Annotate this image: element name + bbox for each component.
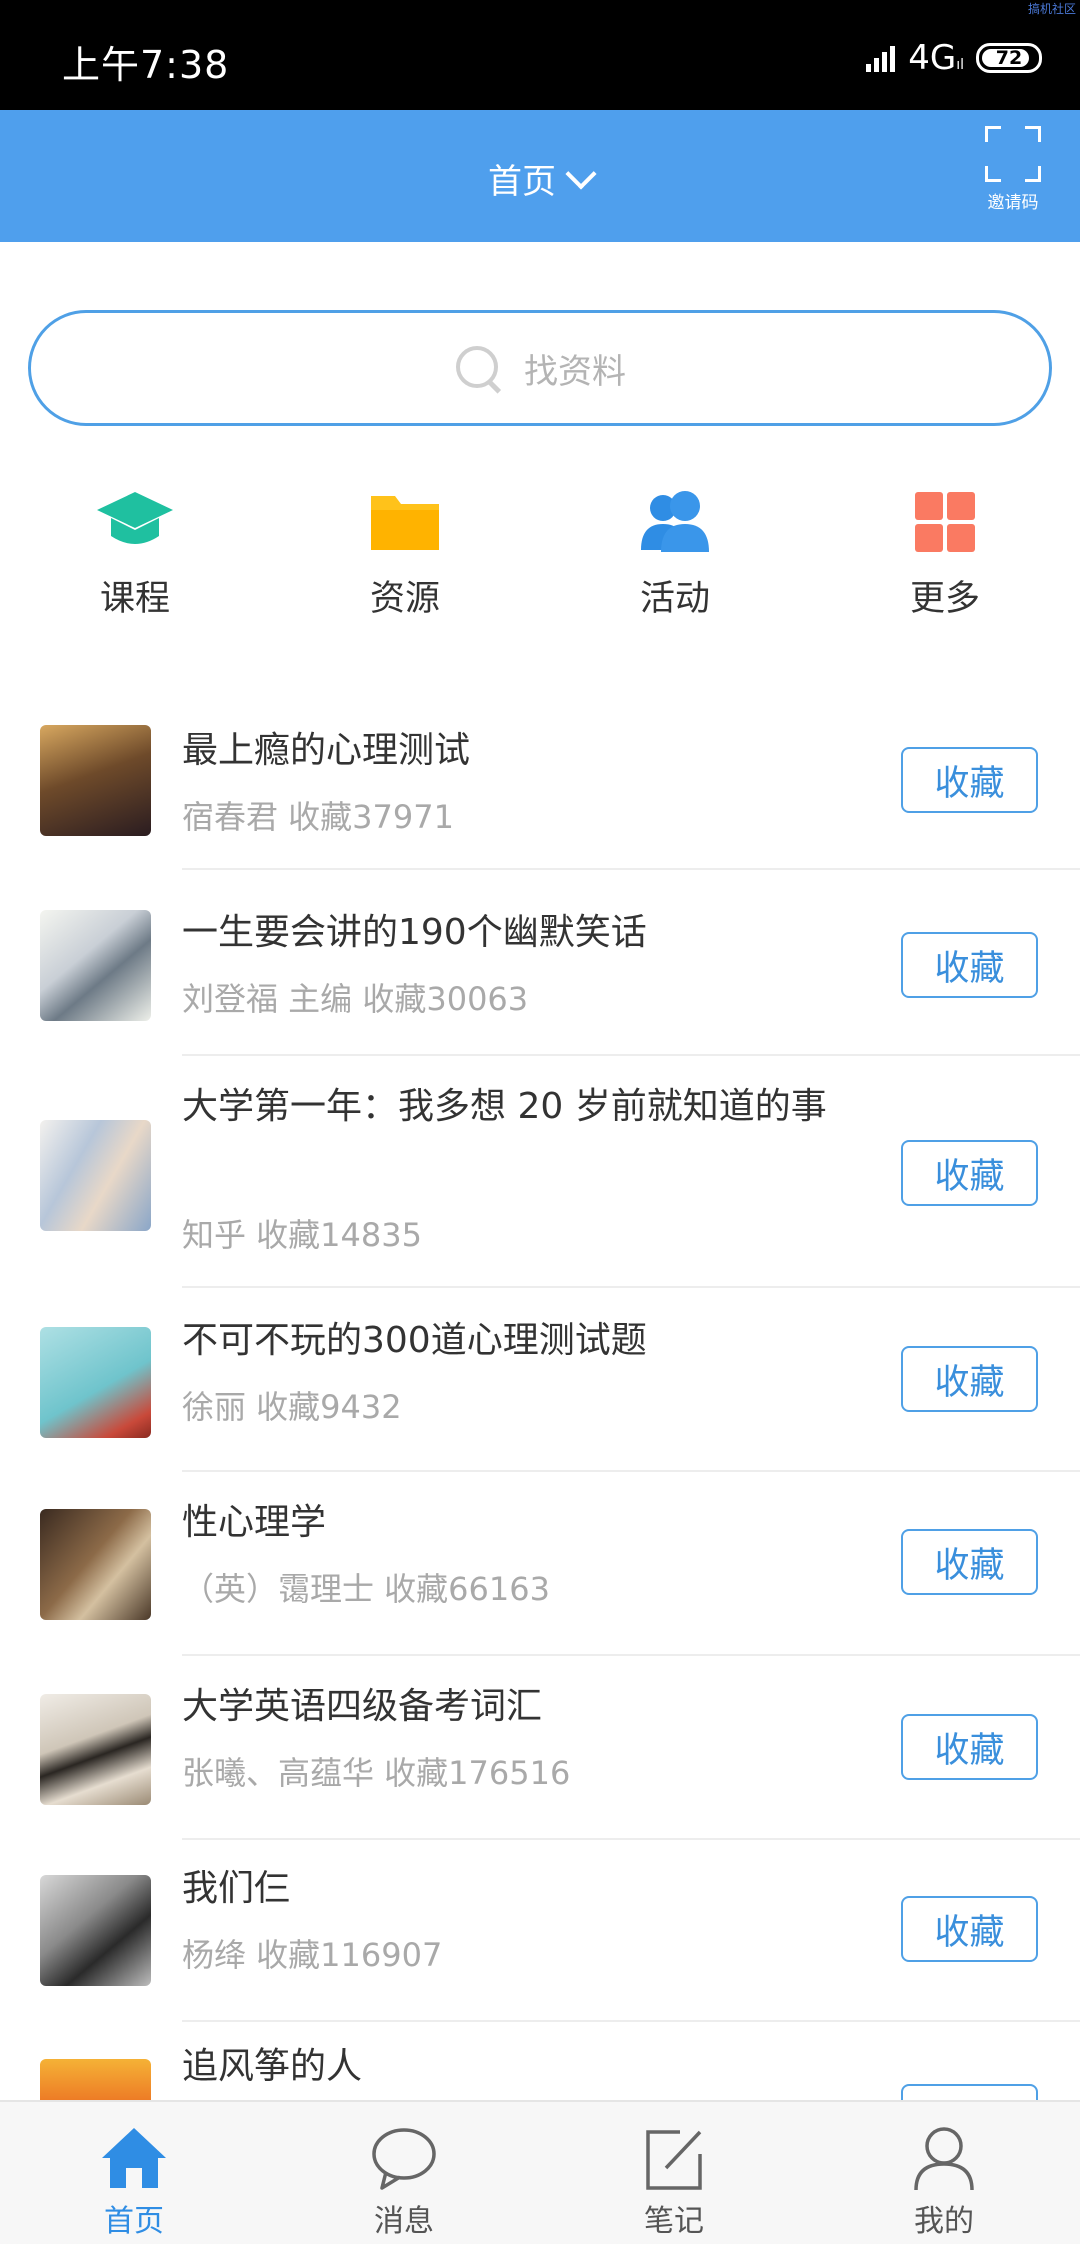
- book-cover: [40, 1120, 151, 1231]
- book-title: 一生要会讲的190个幽默笑话: [182, 912, 647, 953]
- book-meta: 宿春君 收藏37971: [182, 798, 454, 836]
- nav-home[interactable]: 首页: [64, 2122, 204, 2240]
- note-edit-icon: [638, 2122, 710, 2194]
- nav-label: 我的: [914, 2204, 974, 2239]
- nav-notes[interactable]: 笔记: [604, 2122, 744, 2240]
- chevron-down-icon: [565, 158, 597, 190]
- book-cover: [40, 725, 151, 836]
- list-item[interactable]: 最上瘾的心理测试 宿春君 收藏37971 收藏: [0, 700, 1080, 870]
- invite-code-button[interactable]: 邀请码: [978, 126, 1048, 213]
- category-more[interactable]: 更多: [865, 488, 1025, 621]
- book-meta: 刘登福 主编 收藏30063: [182, 980, 529, 1018]
- list-item[interactable]: 性心理学 （英）霭理士 收藏66163 收藏: [0, 1472, 1080, 1656]
- battery-icon: 72: [976, 43, 1042, 73]
- list-item[interactable]: 一生要会讲的190个幽默笑话 刘登福 主编 收藏30063 收藏: [0, 870, 1080, 1056]
- category-label: 课程: [99, 579, 170, 619]
- book-meta: 张曦、高蕴华 收藏176516: [182, 1754, 571, 1792]
- nav-label: 首页: [104, 2204, 164, 2239]
- nav-profile[interactable]: 我的: [874, 2122, 1014, 2240]
- search-input[interactable]: 找资料: [28, 310, 1052, 426]
- people-icon: [635, 488, 715, 558]
- list-item[interactable]: 不可不玩的300道心理测试题 徐丽 收藏9432 收藏: [0, 1288, 1080, 1472]
- home-dropdown[interactable]: 首页: [0, 154, 1080, 203]
- book-title: 性心理学: [182, 1502, 327, 1543]
- book-cover: [40, 1327, 151, 1438]
- favorite-button[interactable]: 收藏: [901, 932, 1038, 998]
- list-item[interactable]: 大学英语四级备考词汇 张曦、高蕴华 收藏176516 收藏: [0, 1656, 1080, 1840]
- list-item[interactable]: 大学第一年：我多想 20 岁前就知道的事 知乎 收藏14835 收藏: [0, 1056, 1080, 1288]
- category-label: 更多: [909, 579, 980, 619]
- category-resource[interactable]: 资源: [325, 488, 485, 621]
- corner-watermark: 搞机社区: [1027, 2, 1076, 16]
- book-cover: [40, 910, 151, 1021]
- status-bar: 上午7:38 搞机社区 4Gıl 72: [0, 0, 1080, 110]
- favorite-button[interactable]: 收藏: [901, 1529, 1038, 1595]
- favorite-button[interactable]: 收藏: [901, 1714, 1038, 1780]
- graduation-cap-icon: [95, 488, 175, 558]
- grid-icon: [905, 488, 985, 558]
- folder-icon: [365, 488, 445, 558]
- page-title: 首页: [488, 162, 556, 202]
- bottom-navigation: 首页 消息 笔记 我的: [0, 2100, 1080, 2244]
- category-label: 活动: [639, 579, 710, 619]
- favorite-button[interactable]: 收藏: [901, 1140, 1038, 1206]
- app-header: 首页 邀请码: [0, 110, 1080, 242]
- scan-frame-icon: [985, 126, 1041, 182]
- nav-label: 笔记: [644, 2204, 704, 2239]
- book-title: 大学第一年：我多想 20 岁前就知道的事: [182, 1086, 827, 1127]
- book-title: 我们仨: [182, 1868, 291, 1909]
- favorite-button[interactable]: 收藏: [901, 747, 1038, 813]
- book-title: 最上瘾的心理测试: [182, 730, 471, 771]
- book-cover: [40, 1694, 151, 1805]
- book-title: 大学英语四级备考词汇: [182, 1686, 543, 1727]
- chat-bubble-icon: [368, 2122, 440, 2194]
- category-shortcuts: 课程 资源 活动 更多: [0, 488, 1080, 628]
- favorite-button[interactable]: 收藏: [901, 1896, 1038, 1962]
- book-cover: [40, 1875, 151, 1986]
- search-icon: [454, 344, 502, 392]
- category-activity[interactable]: 活动: [595, 488, 755, 621]
- book-meta: 知乎 收藏14835: [182, 1216, 422, 1254]
- favorite-button[interactable]: 收藏: [901, 1346, 1038, 1412]
- book-meta: 徐丽 收藏9432: [182, 1388, 402, 1426]
- status-indicators: 4Gıl 72: [864, 38, 1042, 78]
- network-type: 4Gıl: [908, 38, 964, 78]
- book-meta: 杨绛 收藏116907: [182, 1936, 443, 1974]
- search-placeholder: 找资料: [524, 351, 626, 392]
- category-course[interactable]: 课程: [55, 488, 215, 621]
- book-cover: [40, 1509, 151, 1620]
- book-title: 追风筝的人: [182, 2046, 363, 2087]
- nav-label: 消息: [374, 2204, 434, 2239]
- category-label: 资源: [369, 579, 440, 619]
- battery-level: 72: [995, 47, 1023, 69]
- signal-icon: [864, 42, 896, 74]
- home-icon: [98, 2122, 170, 2194]
- person-icon: [908, 2122, 980, 2194]
- book-meta: （英）霭理士 收藏66163: [182, 1570, 550, 1608]
- nav-messages[interactable]: 消息: [334, 2122, 474, 2240]
- status-time: 上午7:38: [62, 43, 230, 87]
- list-item[interactable]: 我们仨 杨绛 收藏116907 收藏: [0, 1840, 1080, 2022]
- invite-code-label: 邀请码: [987, 193, 1039, 213]
- book-title: 不可不玩的300道心理测试题: [182, 1320, 647, 1361]
